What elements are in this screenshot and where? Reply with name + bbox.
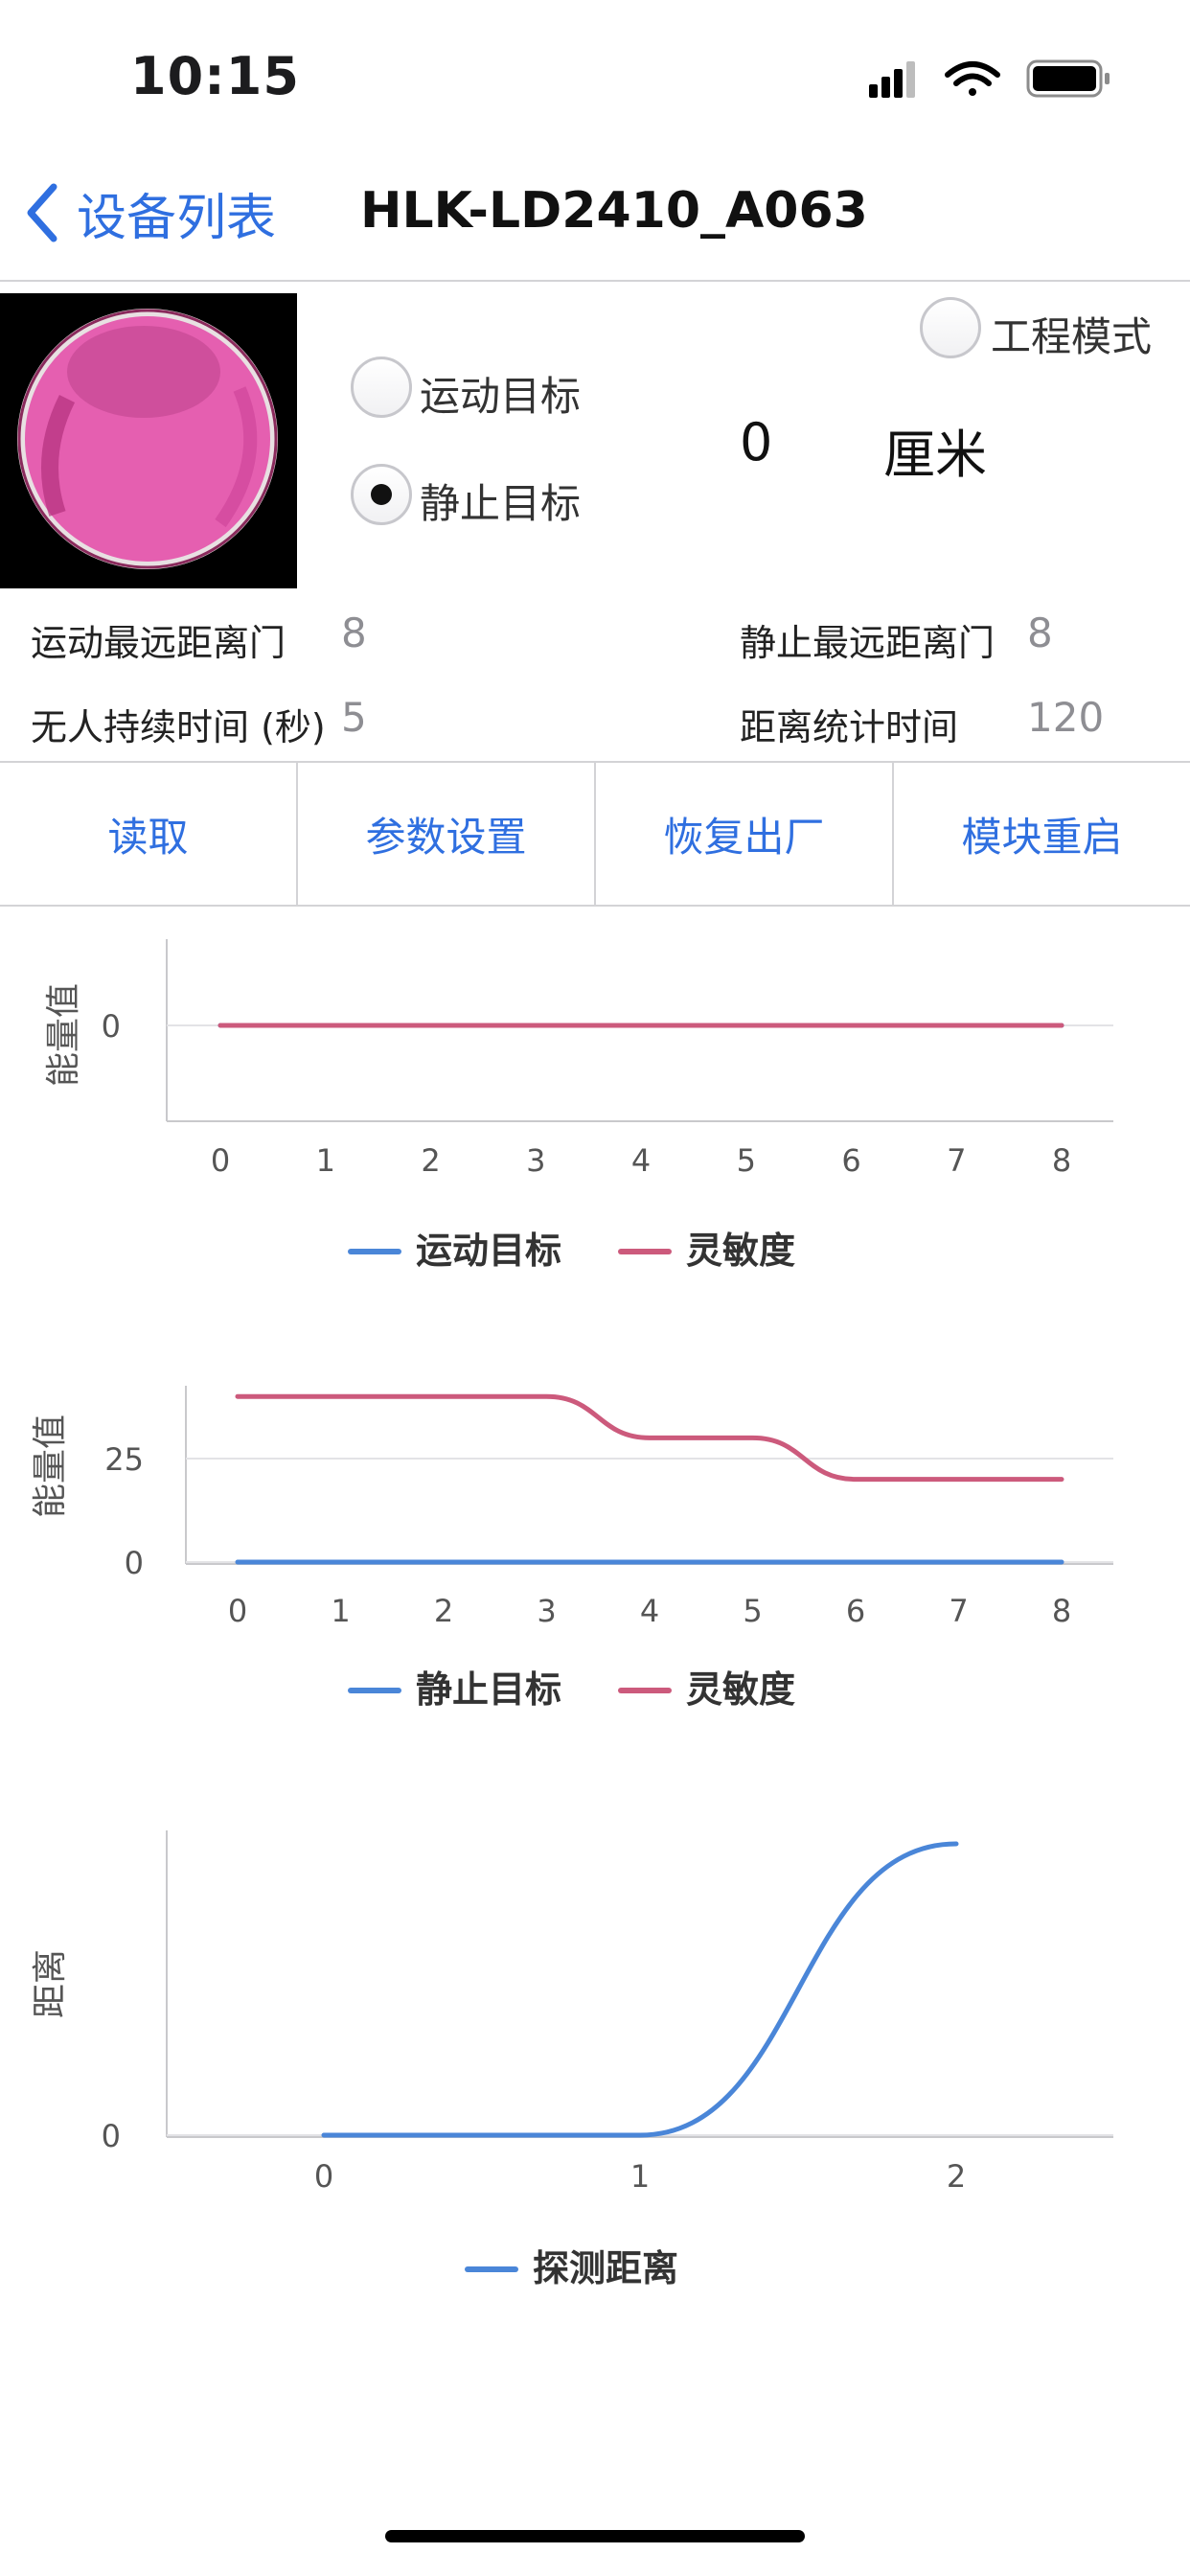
status-time: 10:15 — [130, 46, 300, 106]
radio-selected-dot — [371, 484, 392, 505]
y-tick-label: 0 — [102, 2118, 121, 2154]
battery-icon — [1026, 59, 1110, 98]
x-tick-label: 7 — [949, 1593, 968, 1629]
x-tick-label: 4 — [631, 1142, 651, 1179]
x-tick-label: 6 — [841, 1142, 860, 1179]
x-tick-label: 7 — [947, 1142, 966, 1179]
page-title: HLK-LD2410_A063 — [360, 182, 868, 240]
x-tick-label: 1 — [331, 1593, 350, 1629]
no-one-duration-label: 无人持续时间 (秒) — [31, 706, 326, 748]
signal-icon — [869, 61, 915, 98]
back-button[interactable]: 设备列表 — [23, 174, 276, 251]
x-tick-label: 4 — [640, 1593, 659, 1629]
distance-stat-time-label: 距离统计时间 — [740, 706, 959, 748]
legend-label: 运动目标 — [416, 1230, 561, 1272]
x-tick-label: 1 — [316, 1142, 335, 1179]
factory-reset-button[interactable]: 恢复出厂 — [596, 763, 894, 905]
legend-label: 探测距离 — [533, 2247, 678, 2289]
back-button-label: 设备列表 — [77, 189, 277, 247]
static-max-gate-label: 静止最远距离门 — [740, 622, 995, 664]
static-energy-chart: 能量值 0 25 0 1 2 3 4 5 6 7 8 静止目标 灵敏度 — [31, 1386, 1113, 1711]
action-button-bar: 读取 参数设置 恢复出厂 模块重启 — [0, 763, 1190, 907]
no-one-duration-value: 5 — [341, 694, 367, 741]
moving-target-radio[interactable] — [351, 356, 412, 418]
detection-distance-chart: 距离 0 0 1 2 探测距离 — [31, 1830, 1113, 2289]
static-max-gate-value: 8 — [1027, 610, 1053, 656]
x-tick-label: 6 — [846, 1593, 865, 1629]
parameter-settings-button[interactable]: 参数设置 — [298, 763, 596, 905]
home-indicator — [385, 2530, 805, 2542]
chevron-left-icon — [27, 183, 57, 242]
motion-max-gate-value: 8 — [341, 610, 367, 656]
x-tick-label: 8 — [1052, 1142, 1071, 1179]
y-tick-label: 0 — [125, 1545, 144, 1581]
legend-label: 灵敏度 — [686, 1668, 795, 1711]
engineering-mode-radio[interactable] — [920, 297, 981, 358]
y-tick-label: 25 — [104, 1441, 144, 1478]
x-tick-label: 8 — [1052, 1593, 1071, 1629]
x-tick-label: 0 — [314, 2158, 333, 2195]
module-restart-button[interactable]: 模块重启 — [894, 763, 1190, 905]
legend-label: 静止目标 — [416, 1668, 561, 1711]
legend-label: 灵敏度 — [686, 1230, 795, 1272]
static-target-label: 静止目标 — [420, 480, 582, 527]
y-tick-label: 0 — [102, 1008, 121, 1045]
x-tick-label: 3 — [537, 1593, 556, 1629]
x-tick-label: 0 — [211, 1142, 230, 1179]
y-axis-label: 距离 — [31, 1949, 70, 2018]
x-tick-label: 5 — [743, 1593, 762, 1629]
x-tick-label: 2 — [434, 1593, 453, 1629]
status-icons — [869, 59, 1110, 98]
series-line — [235, 1393, 1064, 1483]
x-tick-label: 2 — [947, 2158, 966, 2195]
distance-stat-time-value: 120 — [1027, 694, 1105, 741]
distance-unit: 厘米 — [883, 425, 987, 485]
distance-value: 0 — [740, 412, 773, 472]
x-tick-label: 2 — [421, 1142, 440, 1179]
engineering-mode-label: 工程模式 — [991, 313, 1153, 360]
moving-energy-chart: 能量值 0 0 1 2 3 4 5 6 7 8 运动目标 灵敏度 — [44, 939, 1113, 1272]
y-axis-label: 能量值 — [31, 1414, 70, 1518]
x-tick-label: 0 — [228, 1593, 247, 1629]
y-axis-label: 能量值 — [44, 983, 83, 1087]
device-image — [0, 293, 297, 588]
series-line — [321, 1841, 959, 2138]
x-tick-label: 1 — [630, 2158, 650, 2195]
moving-target-label: 运动目标 — [420, 373, 582, 420]
read-button[interactable]: 读取 — [0, 763, 298, 905]
navigation-bar: 设备列表 HLK-LD2410_A063 — [0, 144, 1190, 282]
x-tick-label: 5 — [737, 1142, 756, 1179]
wifi-icon — [945, 61, 1000, 96]
x-tick-label: 3 — [526, 1142, 545, 1179]
motion-max-gate-label: 运动最远距离门 — [31, 622, 286, 664]
static-target-radio[interactable] — [351, 464, 412, 525]
